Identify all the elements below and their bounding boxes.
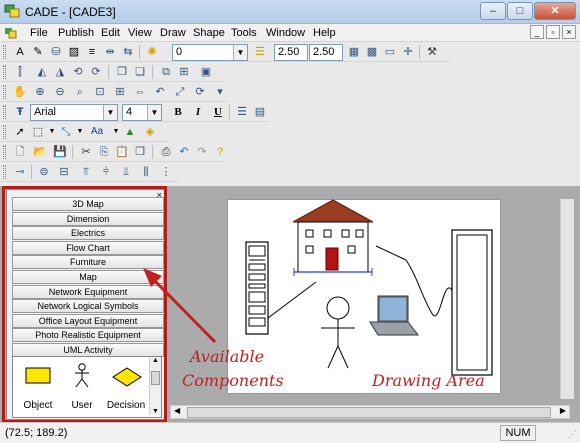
resize-grip-icon[interactable]: ⋰ [568,429,577,440]
annotation-arrow [143,268,217,344]
cursor-coordinates: (72.5; 189.2) [5,427,68,439]
num-lock-indicator: NUM [500,425,536,441]
status-bar: (72.5; 189.2) NUM ⋰ [0,422,580,443]
